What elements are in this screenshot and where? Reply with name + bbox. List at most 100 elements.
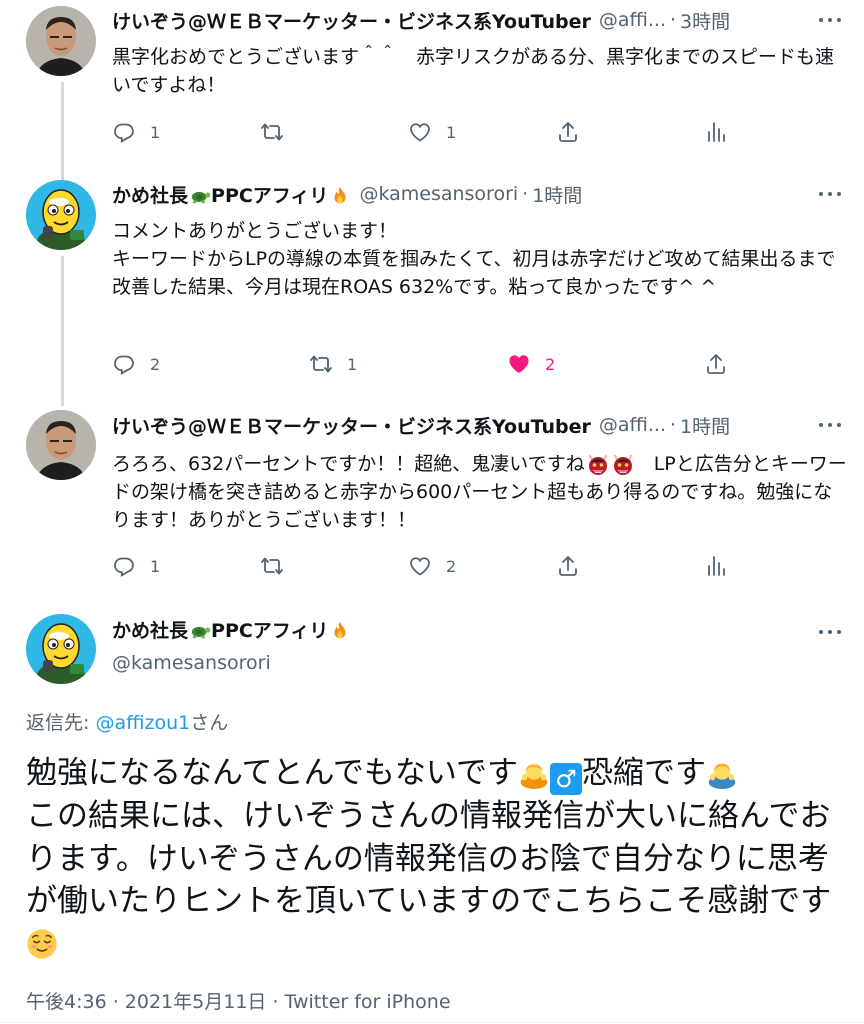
author-name-suffix: PPCアフィリ (211, 620, 329, 642)
reply-label: 返信先: (26, 712, 96, 734)
author-name[interactable]: けいぞう@ＷＥＢマーケッター・ビジネス系YouTuber (112, 7, 591, 33)
main-text-part: この結果には、けいぞうさんの情報発信が大いに絡んでおります。けいぞうさんの情報発… (26, 798, 832, 919)
tweet-header: けいぞう@ＷＥＢマーケッター・ビジネス系YouTuber @affi... · … (112, 412, 794, 438)
keizo-avatar-image (26, 410, 96, 480)
more-icon[interactable] (816, 10, 844, 30)
retweet-button[interactable] (260, 118, 284, 146)
reply-button[interactable]: 2 (112, 350, 160, 378)
tweet-text-line: コメントありがとうございます！ (112, 220, 398, 242)
keizo-avatar-image (26, 6, 96, 76)
reply-target-link[interactable]: @affizou1 (95, 712, 190, 734)
analytics-button[interactable] (704, 552, 728, 580)
author-name-prefix: かめ社長 (112, 184, 189, 207)
bowing-person-emoji (518, 757, 550, 789)
author-handle[interactable]: @affi... (599, 9, 666, 31)
tweet-text: コメントありがとうございます！ キーワードからLPの導線の本質を掴みたくて、初月は… (112, 217, 847, 301)
main-text-part: 恐縮です (581, 755, 706, 791)
more-icon[interactable] (816, 184, 844, 204)
timestamp[interactable]: 3時間 (680, 7, 730, 33)
tweet-text: ろろろ、632パーセントですか！！超絶、鬼凄いですね LPと広告分とキーワードの… (112, 450, 847, 534)
action-bar: 1 2 (112, 552, 732, 580)
share-icon (704, 352, 728, 376)
like-count: 2 (545, 354, 556, 374)
reply-count: 1 (150, 556, 161, 576)
tweet-text-line: キーワードからLPの導線の本質を掴みたくて、初月は赤字だけど攻めて結果出るまで改… (112, 248, 836, 298)
heart-icon (507, 352, 531, 376)
author-name-suffix: PPCアフィリ (211, 184, 329, 207)
action-bar: 1 1 (112, 118, 732, 146)
main-tweet-text: 勉強になるなんてとんでもないです ♂ 恐縮ですこの結果には、けいぞうさんの情報発信が… (26, 752, 846, 965)
divider (0, 1022, 864, 1023)
main-text-part: 勉強になるなんてとんでもないです (26, 755, 518, 791)
tweet-text-part: ろろろ、632パーセントですか！！超絶、鬼凄いですね (112, 453, 585, 475)
tweet-meta[interactable]: 午後4:36 · 2021年5月11日 · Twitter for iPhone (26, 987, 451, 1014)
timestamp[interactable]: 1時間 (680, 412, 730, 438)
retweet-icon (309, 352, 333, 376)
tweet-header: かめ社長 PPCアフィリ @kamesansorori · 1時間 (112, 181, 794, 207)
avatar[interactable] (26, 6, 96, 76)
analytics-icon (704, 120, 728, 144)
bowing-person-emoji (706, 757, 738, 789)
tweet-header: けいぞう@ＷＥＢマーケッター・ビジネス系YouTuber @affi... · … (112, 7, 794, 33)
avatar[interactable] (26, 410, 96, 480)
fire-emoji (329, 185, 351, 207)
separator-dot: · (670, 9, 677, 31)
reply-button[interactable]: 1 (112, 552, 160, 580)
reply-button[interactable]: 1 (112, 118, 160, 146)
tweet-text: 黒字化おめでとうございます＾＾ 赤字リスクがある分、黒字化までのスピードも速いで… (112, 46, 835, 96)
kame-avatar-image (26, 614, 96, 684)
separator-dot: · (670, 414, 677, 436)
avatar[interactable] (26, 614, 96, 684)
thread-line-1 (61, 82, 64, 182)
analytics-button[interactable] (704, 118, 728, 146)
replying-to: 返信先: @affizou1さん (26, 708, 228, 735)
reply-count: 2 (150, 354, 161, 374)
like-count: 1 (446, 122, 457, 142)
share-icon (556, 554, 580, 578)
share-button[interactable] (556, 118, 580, 146)
share-button[interactable] (556, 552, 580, 580)
author-name-prefix: かめ社長 (112, 620, 189, 642)
ogre-emoji (586, 453, 610, 477)
action-bar: 2 1 2 (112, 350, 732, 378)
share-button[interactable] (704, 350, 728, 378)
like-count: 2 (446, 556, 457, 576)
reply-icon (112, 352, 136, 376)
author-handle[interactable]: @affi... (599, 414, 666, 436)
fire-emoji (329, 620, 351, 642)
retweet-icon (260, 120, 284, 144)
retweet-count: 1 (347, 354, 358, 374)
like-button[interactable]: 2 (507, 350, 555, 378)
analytics-icon (704, 554, 728, 578)
reply-icon (112, 554, 136, 578)
like-button[interactable]: 1 (408, 118, 456, 146)
more-icon[interactable] (816, 622, 844, 642)
reply-icon (112, 120, 136, 144)
heart-icon (408, 120, 432, 144)
kame-avatar-image (26, 180, 96, 250)
turtle-emoji (189, 620, 211, 642)
share-icon (556, 120, 580, 144)
like-button[interactable]: 2 (408, 552, 456, 580)
reply-count: 1 (150, 122, 161, 142)
main-author-block: かめ社長 PPCアフィリ @kamesansorori (112, 618, 351, 676)
author-handle[interactable]: @kamesansorori (359, 183, 518, 205)
relieved-face-emoji (26, 928, 58, 960)
turtle-emoji (189, 185, 211, 207)
retweet-icon (260, 554, 284, 578)
ogre-emoji (611, 453, 635, 477)
timestamp[interactable]: 1時間 (532, 181, 582, 207)
author-name[interactable]: けいぞう@ＷＥＢマーケッター・ビジネス系YouTuber (112, 412, 591, 438)
reply-suffix: さん (190, 712, 229, 734)
avatar[interactable] (26, 180, 96, 250)
separator-dot: · (522, 183, 529, 205)
thread-line-2 (61, 256, 64, 406)
author-name[interactable]: かめ社長 PPCアフィリ (112, 181, 351, 207)
author-name[interactable]: かめ社長 PPCアフィリ (112, 618, 351, 644)
retweet-button[interactable]: 1 (309, 350, 357, 378)
heart-icon (408, 554, 432, 578)
retweet-button[interactable] (260, 552, 284, 580)
author-handle[interactable]: @kamesansorori (112, 650, 351, 676)
more-icon[interactable] (816, 415, 844, 435)
male-sign: ♂ (549, 763, 582, 795)
